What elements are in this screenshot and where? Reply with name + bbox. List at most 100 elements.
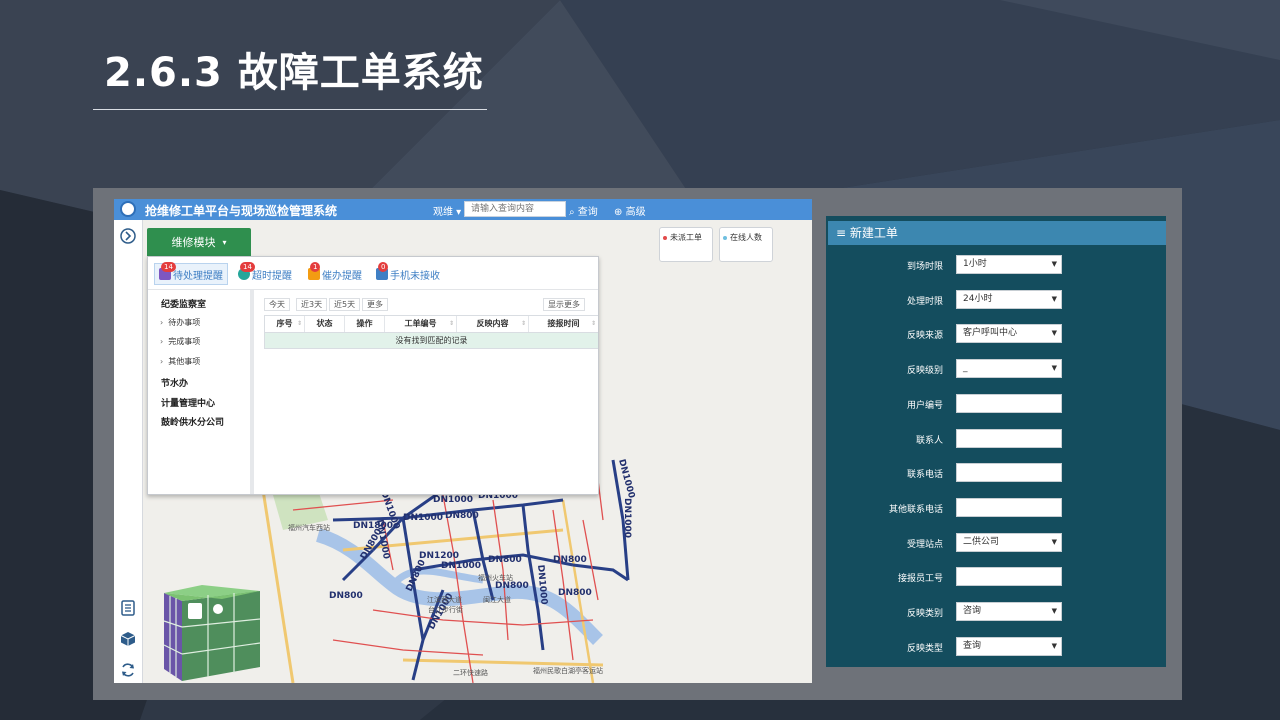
form-select[interactable]: 24小时 ▼: [956, 289, 1062, 309]
tab-label: 待处理提醒: [173, 270, 223, 282]
column-header[interactable]: 反映内容 ⇕: [457, 316, 529, 332]
filter-5days[interactable]: 近5天: [329, 298, 361, 311]
form-field-label: 受理站点: [906, 539, 943, 550]
tab-label: 催办提醒: [322, 270, 362, 282]
tree-item-water-saving[interactable]: 节水办: [161, 376, 188, 389]
reminder-tabs: 14 待处理提醒 14 超时提醒 1 催办提醒 0 手机未接收: [148, 257, 598, 290]
query-button[interactable]: ⌕ 查询: [569, 203, 598, 218]
column-header[interactable]: 序号 ⇕: [265, 316, 305, 332]
tab-urge[interactable]: 1 催办提醒: [308, 262, 362, 285]
tab-timeout[interactable]: 14 超时提醒: [238, 262, 292, 285]
pipe-label: DN800: [488, 555, 522, 565]
form-select[interactable]: 查询 ▼: [956, 636, 1062, 656]
place-label: 闽江大道: [483, 595, 511, 604]
orders-table: 序号 ⇕ 状态 操作 工单编号 ⇕ 反映内容 ⇕ 接报时间 ⇕ 没有找到匹配的记录: [264, 315, 598, 349]
form-text-input[interactable]: [956, 428, 1062, 448]
refresh-icon[interactable]: [120, 662, 136, 678]
caret-down-icon: ▼: [1051, 607, 1057, 615]
title-underline: [93, 109, 487, 110]
calculator-icon[interactable]: [120, 600, 136, 616]
tab-label: 超时提醒: [252, 270, 292, 282]
filter-more[interactable]: 更多: [362, 298, 388, 311]
column-header[interactable]: 接报时间 ⇕: [529, 316, 598, 332]
app-title: 抢维修工单平台与现场巡检管理系统: [145, 204, 338, 218]
filter-3days[interactable]: 近3天: [296, 298, 328, 311]
form-text-input[interactable]: [956, 497, 1062, 517]
column-header[interactable]: 操作: [345, 316, 385, 332]
show-more-button[interactable]: 显示更多: [543, 298, 585, 311]
place-label: 江滨西大道: [427, 595, 462, 604]
form-field-label: 联系电话: [906, 470, 943, 481]
cube-icon[interactable]: [120, 631, 136, 647]
tree-subitem-done[interactable]: 完成事项: [160, 336, 200, 347]
expand-arrow-icon[interactable]: [120, 228, 136, 244]
form-field-value: 二供公司: [963, 536, 1000, 547]
form-select[interactable]: 咨询 ▼: [956, 602, 1062, 621]
tree-item-guling[interactable]: 鼓岭供水分公司: [161, 415, 224, 428]
left-toolbar: [114, 220, 143, 683]
caret-down-icon: ▼: [1051, 364, 1057, 373]
bell-icon: 1: [308, 262, 321, 280]
empty-table-message: 没有找到匹配的记录: [264, 333, 598, 349]
tab-phone-unreceived[interactable]: 0 手机未接收: [376, 262, 440, 285]
tree-subitem-other[interactable]: 其他事项: [160, 356, 200, 367]
view-cube[interactable]: [162, 581, 262, 681]
maintenance-module-button[interactable]: 维修模块 ▾: [147, 228, 251, 256]
place-label: 福州火车站: [478, 573, 513, 582]
pipe-label: DN800: [558, 588, 592, 598]
form-text-input[interactable]: [956, 463, 1062, 483]
new-work-order-form: ≡ 新建工单 到场时限 1小时 ▼ 处理时限 24小时 ▼ 反映来源 客户呼叫中心 ▼ 反映级别 _…: [826, 216, 1166, 667]
orders-table-area: 今天 近3天 近5天 更多 显示更多 序号 ⇕ 状态 操作 工单编号 ⇕ 反映内容 ⇕…: [258, 290, 598, 494]
tree-subitem-todo[interactable]: 待办事项: [160, 317, 200, 328]
column-header[interactable]: 状态: [305, 316, 345, 332]
form-field-value: 客户呼叫中心: [963, 328, 1018, 339]
form-field-label: 反映类型: [906, 643, 943, 654]
filter-today[interactable]: 今天: [264, 298, 290, 311]
view-select-label: 观维: [433, 207, 453, 218]
form-select[interactable]: _ ▼: [956, 359, 1062, 379]
tree-item-discipline[interactable]: 纪委监察室: [161, 297, 206, 310]
clock-icon: 14: [238, 262, 255, 280]
pipe-label: DN1000: [622, 498, 632, 538]
pipe-label: DN800: [495, 581, 529, 591]
form-text-input[interactable]: [956, 393, 1062, 413]
online-users-card[interactable]: 在线人数: [719, 227, 773, 262]
status-dot-red: [663, 235, 667, 240]
form-text-input[interactable]: [956, 567, 1062, 587]
department-tree: 纪委监察室 待办事项 完成事项 其他事项 节水办 计量管理中心 鼓岭供水分公司: [148, 290, 254, 494]
form-select[interactable]: 二供公司 ▼: [956, 532, 1062, 552]
unassigned-orders-card[interactable]: 未派工单: [659, 227, 713, 262]
form-select[interactable]: 1小时 ▼: [956, 255, 1062, 274]
advanced-label: 高级: [625, 207, 646, 218]
app-header: 抢维修工单平台与现场巡检管理系统 观维 ▾ ⌕ 查询 ⊕ 高级: [114, 199, 812, 220]
tab-label: 手机未接收: [390, 270, 440, 282]
view-select[interactable]: 观维 ▾: [433, 203, 461, 218]
user-icon: [213, 604, 223, 614]
form-select[interactable]: 客户呼叫中心 ▼: [956, 324, 1062, 344]
pipe-label: DN1800: [353, 521, 393, 531]
tab-badge: 14: [161, 262, 176, 272]
pipe-label: DN1000: [403, 513, 443, 523]
form-header: ≡ 新建工单: [828, 221, 1166, 245]
status-card-label: 在线人数: [730, 233, 762, 242]
form-field-label: 处理时限: [906, 296, 943, 307]
tree-item-metering[interactable]: 计量管理中心: [161, 396, 215, 409]
caret-down-icon: ▼: [1051, 260, 1057, 268]
search-input[interactable]: [464, 201, 566, 217]
pipe-label: DN1000: [441, 561, 481, 571]
place-label: 台江步行街: [428, 605, 463, 614]
advanced-search-button[interactable]: ⊕ 高级: [614, 203, 646, 218]
document-icon: [188, 603, 202, 619]
tab-badge: 14: [240, 262, 255, 272]
zoom-in-icon: ⊕: [614, 207, 623, 218]
tab-pending[interactable]: 14 待处理提醒: [154, 262, 228, 285]
caret-down-icon: ▼: [1051, 537, 1057, 546]
search-icon: ⌕: [569, 207, 575, 218]
pipe-label: DN800: [445, 511, 479, 521]
caret-down-icon: ▼: [1051, 641, 1057, 650]
clipboard-icon: 14: [159, 262, 176, 280]
column-header[interactable]: 工单编号 ⇕: [385, 316, 457, 332]
table-header: 序号 ⇕ 状态 操作 工单编号 ⇕ 反映内容 ⇕ 接报时间 ⇕: [264, 315, 598, 333]
form-field-value: 1小时: [963, 259, 987, 269]
status-dot-blue: [723, 235, 727, 240]
